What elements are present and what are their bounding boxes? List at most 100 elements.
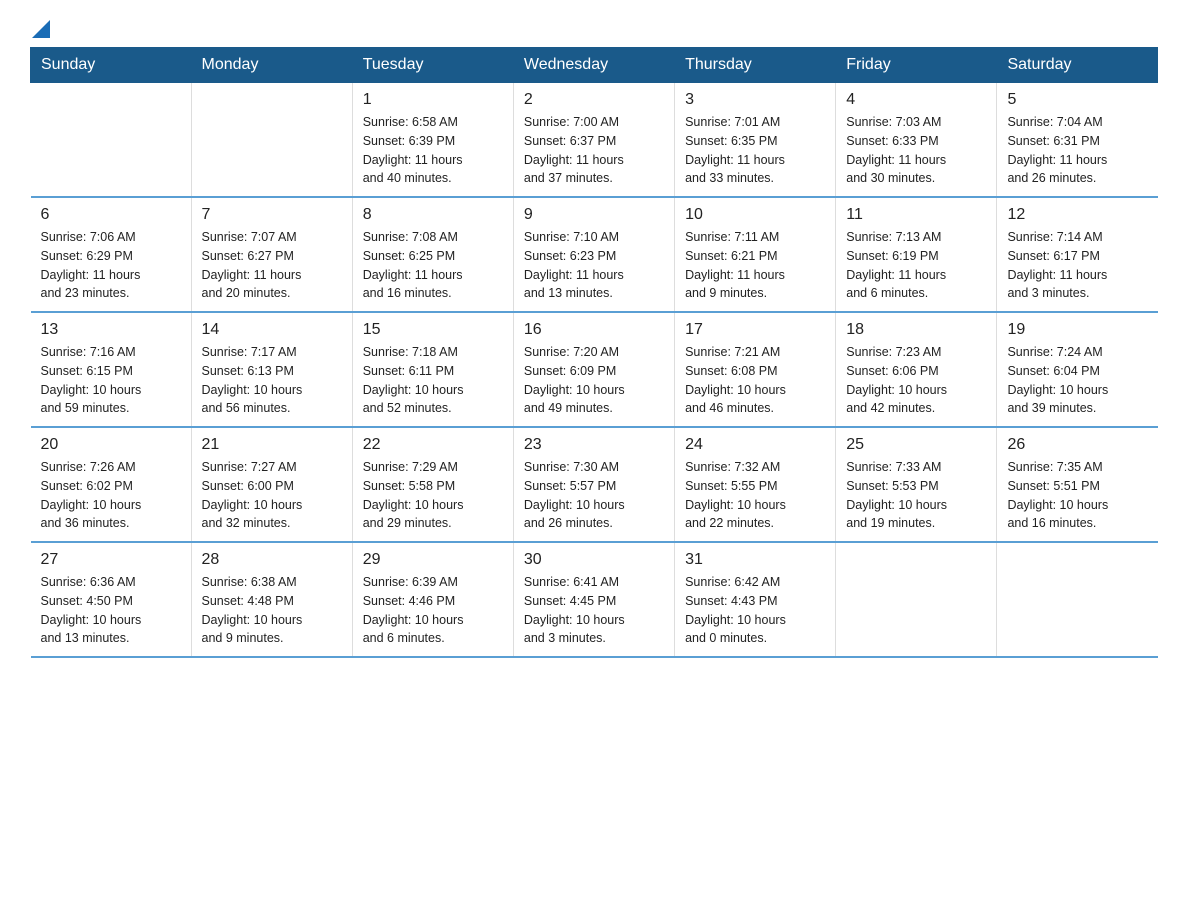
day-number: 3 bbox=[685, 91, 825, 109]
day-info: Sunrise: 7:00 AM Sunset: 6:37 PM Dayligh… bbox=[524, 113, 664, 188]
calendar-table: SundayMondayTuesdayWednesdayThursdayFrid… bbox=[30, 47, 1158, 658]
calendar-cell bbox=[31, 83, 192, 198]
day-number: 7 bbox=[202, 206, 342, 224]
calendar-header-wednesday: Wednesday bbox=[513, 48, 674, 83]
day-info: Sunrise: 6:41 AM Sunset: 4:45 PM Dayligh… bbox=[524, 573, 664, 648]
calendar-week-row: 13 Sunrise: 7:16 AM Sunset: 6:15 PM Dayli… bbox=[31, 312, 1158, 427]
calendar-cell: 4 Sunrise: 7:03 AM Sunset: 6:33 PM Daylig… bbox=[836, 83, 997, 198]
calendar-header-friday: Friday bbox=[836, 48, 997, 83]
calendar-cell: 29 Sunrise: 6:39 AM Sunset: 4:46 PM Dayli… bbox=[352, 542, 513, 657]
day-info: Sunrise: 7:29 AM Sunset: 5:58 PM Dayligh… bbox=[363, 458, 503, 533]
day-info: Sunrise: 7:23 AM Sunset: 6:06 PM Dayligh… bbox=[846, 343, 986, 418]
day-number: 17 bbox=[685, 321, 825, 339]
day-number: 25 bbox=[846, 436, 986, 454]
calendar-cell: 16 Sunrise: 7:20 AM Sunset: 6:09 PM Dayli… bbox=[513, 312, 674, 427]
day-info: Sunrise: 7:06 AM Sunset: 6:29 PM Dayligh… bbox=[41, 228, 181, 303]
calendar-cell: 15Sunrise: 7:18 AM Sunset: 6:11 PM Dayli… bbox=[352, 312, 513, 427]
calendar-cell: 22 Sunrise: 7:29 AM Sunset: 5:58 PM Dayli… bbox=[352, 427, 513, 542]
calendar-header-thursday: Thursday bbox=[675, 48, 836, 83]
logo-triangle-icon bbox=[32, 20, 50, 38]
day-info: Sunrise: 7:04 AM Sunset: 6:31 PM Dayligh… bbox=[1007, 113, 1147, 188]
day-info: Sunrise: 7:13 AM Sunset: 6:19 PM Dayligh… bbox=[846, 228, 986, 303]
day-number: 2 bbox=[524, 91, 664, 109]
day-number: 27 bbox=[41, 551, 181, 569]
day-info: Sunrise: 6:58 AM Sunset: 6:39 PM Dayligh… bbox=[363, 113, 503, 188]
day-number: 8 bbox=[363, 206, 503, 224]
day-info: Sunrise: 7:20 AM Sunset: 6:09 PM Dayligh… bbox=[524, 343, 664, 418]
day-number: 12 bbox=[1007, 206, 1147, 224]
calendar-cell: 3Sunrise: 7:01 AM Sunset: 6:35 PM Daylig… bbox=[675, 83, 836, 198]
day-info: Sunrise: 7:27 AM Sunset: 6:00 PM Dayligh… bbox=[202, 458, 342, 533]
day-info: Sunrise: 6:38 AM Sunset: 4:48 PM Dayligh… bbox=[202, 573, 342, 648]
day-info: Sunrise: 7:11 AM Sunset: 6:21 PM Dayligh… bbox=[685, 228, 825, 303]
day-info: Sunrise: 7:26 AM Sunset: 6:02 PM Dayligh… bbox=[41, 458, 181, 533]
logo bbox=[30, 20, 50, 37]
calendar-cell: 1 Sunrise: 6:58 AM Sunset: 6:39 PM Daylig… bbox=[352, 83, 513, 198]
calendar-cell: 8Sunrise: 7:08 AM Sunset: 6:25 PM Daylig… bbox=[352, 197, 513, 312]
day-info: Sunrise: 7:18 AM Sunset: 6:11 PM Dayligh… bbox=[363, 343, 503, 418]
day-number: 16 bbox=[524, 321, 664, 339]
calendar-cell: 21 Sunrise: 7:27 AM Sunset: 6:00 PM Dayli… bbox=[191, 427, 352, 542]
day-info: Sunrise: 7:07 AM Sunset: 6:27 PM Dayligh… bbox=[202, 228, 342, 303]
day-info: Sunrise: 7:14 AM Sunset: 6:17 PM Dayligh… bbox=[1007, 228, 1147, 303]
day-number: 18 bbox=[846, 321, 986, 339]
calendar-cell: 18 Sunrise: 7:23 AM Sunset: 6:06 PM Dayli… bbox=[836, 312, 997, 427]
calendar-cell: 13 Sunrise: 7:16 AM Sunset: 6:15 PM Dayli… bbox=[31, 312, 192, 427]
page-header bbox=[30, 20, 1158, 37]
calendar-cell: 25 Sunrise: 7:33 AM Sunset: 5:53 PM Dayli… bbox=[836, 427, 997, 542]
calendar-cell: 12 Sunrise: 7:14 AM Sunset: 6:17 PM Dayli… bbox=[997, 197, 1158, 312]
day-number: 5 bbox=[1007, 91, 1147, 109]
day-number: 24 bbox=[685, 436, 825, 454]
calendar-cell: 10 Sunrise: 7:11 AM Sunset: 6:21 PM Dayli… bbox=[675, 197, 836, 312]
day-number: 13 bbox=[41, 321, 181, 339]
day-info: Sunrise: 7:32 AM Sunset: 5:55 PM Dayligh… bbox=[685, 458, 825, 533]
calendar-cell: 17 Sunrise: 7:21 AM Sunset: 6:08 PM Dayli… bbox=[675, 312, 836, 427]
calendar-header-monday: Monday bbox=[191, 48, 352, 83]
day-info: Sunrise: 7:16 AM Sunset: 6:15 PM Dayligh… bbox=[41, 343, 181, 418]
day-info: Sunrise: 6:36 AM Sunset: 4:50 PM Dayligh… bbox=[41, 573, 181, 648]
calendar-cell: 6 Sunrise: 7:06 AM Sunset: 6:29 PM Daylig… bbox=[31, 197, 192, 312]
calendar-cell: 2 Sunrise: 7:00 AM Sunset: 6:37 PM Daylig… bbox=[513, 83, 674, 198]
calendar-cell: 24 Sunrise: 7:32 AM Sunset: 5:55 PM Dayli… bbox=[675, 427, 836, 542]
calendar-week-row: 20 Sunrise: 7:26 AM Sunset: 6:02 PM Dayli… bbox=[31, 427, 1158, 542]
calendar-cell bbox=[997, 542, 1158, 657]
day-number: 6 bbox=[41, 206, 181, 224]
day-number: 22 bbox=[363, 436, 503, 454]
calendar-cell: 28 Sunrise: 6:38 AM Sunset: 4:48 PM Dayli… bbox=[191, 542, 352, 657]
calendar-cell: 11Sunrise: 7:13 AM Sunset: 6:19 PM Dayli… bbox=[836, 197, 997, 312]
calendar-cell: 9Sunrise: 7:10 AM Sunset: 6:23 PM Daylig… bbox=[513, 197, 674, 312]
day-number: 28 bbox=[202, 551, 342, 569]
day-number: 10 bbox=[685, 206, 825, 224]
day-number: 20 bbox=[41, 436, 181, 454]
day-number: 29 bbox=[363, 551, 503, 569]
calendar-cell: 27 Sunrise: 6:36 AM Sunset: 4:50 PM Dayli… bbox=[31, 542, 192, 657]
day-number: 1 bbox=[363, 91, 503, 109]
day-info: Sunrise: 6:39 AM Sunset: 4:46 PM Dayligh… bbox=[363, 573, 503, 648]
calendar-cell: 26Sunrise: 7:35 AM Sunset: 5:51 PM Dayli… bbox=[997, 427, 1158, 542]
day-number: 14 bbox=[202, 321, 342, 339]
calendar-header-saturday: Saturday bbox=[997, 48, 1158, 83]
day-number: 30 bbox=[524, 551, 664, 569]
day-number: 4 bbox=[846, 91, 986, 109]
day-info: Sunrise: 7:30 AM Sunset: 5:57 PM Dayligh… bbox=[524, 458, 664, 533]
day-info: Sunrise: 7:24 AM Sunset: 6:04 PM Dayligh… bbox=[1007, 343, 1147, 418]
day-number: 21 bbox=[202, 436, 342, 454]
calendar-cell bbox=[836, 542, 997, 657]
calendar-cell: 19 Sunrise: 7:24 AM Sunset: 6:04 PM Dayli… bbox=[997, 312, 1158, 427]
calendar-cell bbox=[191, 83, 352, 198]
day-number: 9 bbox=[524, 206, 664, 224]
day-info: Sunrise: 7:21 AM Sunset: 6:08 PM Dayligh… bbox=[685, 343, 825, 418]
day-number: 26 bbox=[1007, 436, 1147, 454]
calendar-week-row: 1 Sunrise: 6:58 AM Sunset: 6:39 PM Daylig… bbox=[31, 83, 1158, 198]
day-info: Sunrise: 7:03 AM Sunset: 6:33 PM Dayligh… bbox=[846, 113, 986, 188]
day-info: Sunrise: 6:42 AM Sunset: 4:43 PM Dayligh… bbox=[685, 573, 825, 648]
calendar-cell: 23 Sunrise: 7:30 AM Sunset: 5:57 PM Dayli… bbox=[513, 427, 674, 542]
calendar-week-row: 27 Sunrise: 6:36 AM Sunset: 4:50 PM Dayli… bbox=[31, 542, 1158, 657]
calendar-header-tuesday: Tuesday bbox=[352, 48, 513, 83]
calendar-header-row: SundayMondayTuesdayWednesdayThursdayFrid… bbox=[31, 48, 1158, 83]
day-number: 23 bbox=[524, 436, 664, 454]
calendar-header-sunday: Sunday bbox=[31, 48, 192, 83]
day-number: 19 bbox=[1007, 321, 1147, 339]
calendar-cell: 14Sunrise: 7:17 AM Sunset: 6:13 PM Dayli… bbox=[191, 312, 352, 427]
day-info: Sunrise: 7:33 AM Sunset: 5:53 PM Dayligh… bbox=[846, 458, 986, 533]
